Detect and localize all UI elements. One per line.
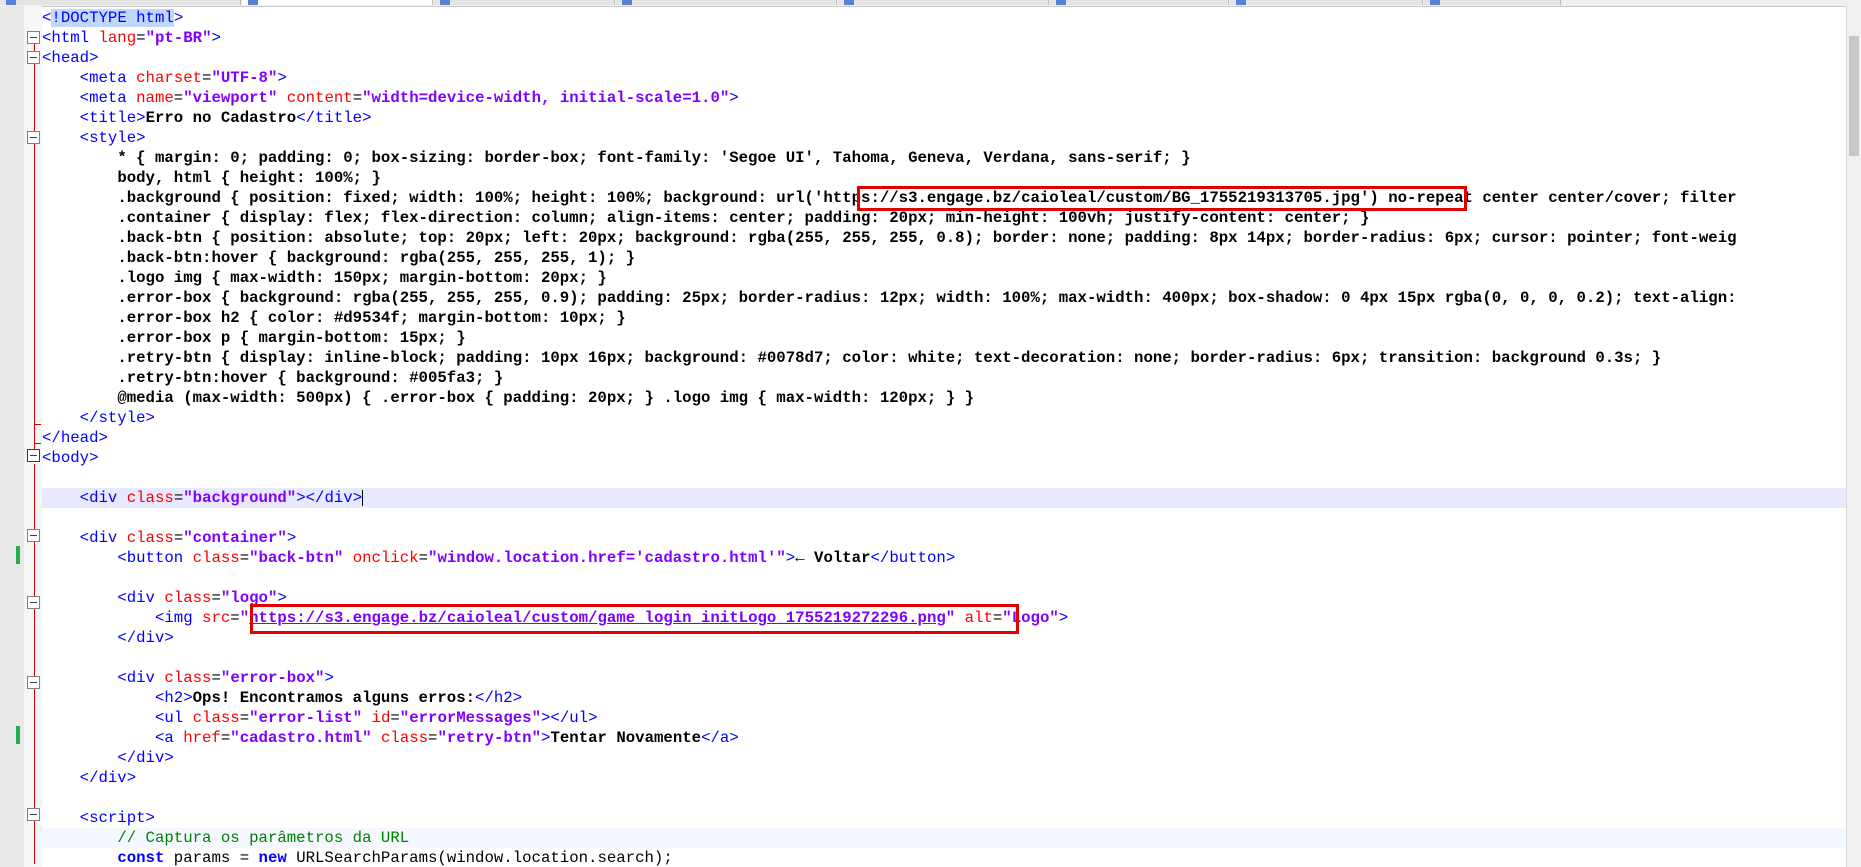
code-line: @media (max-width: 500px) { .error-box {…: [117, 389, 974, 407]
fold-toggle-icon[interactable]: [27, 808, 40, 821]
change-marker: [16, 726, 20, 744]
file-icon: [622, 0, 632, 5]
file-tab[interactable]: [1424, 0, 1561, 5]
fold-line: [34, 464, 35, 864]
code-line: <img src="https://s3.engage.bz/caioleal/…: [154, 609, 1069, 627]
code-line: * { margin: 0; padding: 0; box-sizing: b…: [117, 149, 1191, 167]
code-line: .retry-btn:hover { background: #005fa3; …: [117, 369, 504, 387]
fold-end: [34, 443, 41, 444]
code-line: .container { display: flex; flex-directi…: [117, 209, 1370, 227]
code-line: </style>: [79, 409, 155, 427]
file-icon: [248, 0, 258, 5]
fold-toggle-icon[interactable]: [27, 676, 40, 689]
file-tab[interactable]: [838, 0, 1049, 5]
code-editor[interactable]: <!DOCTYPE html> <html lang="pt-BR"> <hea…: [42, 6, 1847, 867]
file-tab[interactable]: [616, 0, 837, 5]
file-icon: [844, 0, 854, 5]
fold-toggle-icon[interactable]: [27, 131, 40, 144]
code-line: <a href="cadastro.html" class="retry-btn…: [154, 729, 739, 747]
code-line: <style>: [79, 129, 146, 147]
code-line: <title>Erro no Cadastro</title>: [79, 109, 372, 127]
image-url-link[interactable]: https://s3.engage.bz/caioleal/custom/gam…: [249, 609, 946, 627]
file-tab[interactable]: [1230, 0, 1423, 5]
code-line: <div class="error-box">: [117, 669, 334, 687]
code-line: <head>: [42, 49, 99, 67]
file-tab[interactable]: [1050, 0, 1229, 5]
change-marker: [16, 546, 20, 564]
file-icon: [440, 0, 450, 5]
file-icon: [1236, 0, 1246, 5]
code-line: <ul class="error-list" id="errorMessages…: [154, 709, 598, 727]
code-line: .logo img { max-width: 150px; margin-bot…: [117, 269, 607, 287]
code-line: <!DOCTYPE html>: [42, 9, 184, 27]
code-line: <div class="logo">: [117, 589, 287, 607]
fold-end: [34, 424, 41, 425]
code-line: .background { position: fixed; width: 10…: [117, 189, 1737, 207]
fold-toggle-icon[interactable]: [27, 51, 40, 64]
code-line: </div>: [117, 629, 174, 647]
code-line: <body>: [42, 449, 99, 467]
code-line: .error-box h2 { color: #d9534f; margin-b…: [117, 309, 626, 327]
code-line: .error-box p { margin-bottom: 15px; }: [117, 329, 466, 347]
code-line: </div>: [117, 749, 174, 767]
code-line: <div class="container">: [79, 529, 297, 547]
code-line: <script>: [79, 809, 155, 827]
scrollbar-thumb[interactable]: [1849, 36, 1859, 156]
code-line: </div>: [79, 769, 137, 787]
fold-toggle-icon[interactable]: [27, 529, 40, 542]
line-number-gutter[interactable]: [0, 6, 25, 867]
text-caret: [362, 489, 364, 506]
code-line: <h2>Ops! Encontramos alguns erros:</h2>: [154, 689, 523, 707]
file-tab[interactable]: [434, 0, 615, 5]
file-tab[interactable]: [0, 0, 241, 5]
code-line: const params = new URLSearchParams(windo…: [117, 849, 673, 867]
code-line: <html lang="pt-BR">: [42, 29, 221, 47]
vertical-scrollbar[interactable]: [1846, 6, 1861, 867]
code-line: .error-box { background: rgba(255, 255, …: [117, 289, 1737, 307]
code-line: .back-btn { position: absolute; top: 20p…: [117, 229, 1737, 247]
code-line-current: <div class="background"></div>: [42, 488, 1847, 508]
fold-toggle-icon[interactable]: [27, 596, 40, 609]
fold-toggle-icon[interactable]: [27, 31, 40, 44]
code-line: .retry-btn { display: inline-block; padd…: [117, 349, 1662, 367]
fold-line: [34, 44, 35, 462]
file-icon: [1430, 0, 1440, 5]
code-line: <meta name="viewport" content="width=dev…: [79, 89, 739, 107]
fold-toggle-icon[interactable]: [27, 449, 40, 462]
code-line: // Captura os parâmetros da URL: [42, 828, 1847, 848]
code-line: .back-btn:hover { background: rgba(255, …: [117, 249, 636, 267]
code-line: <button class="back-btn" onclick="window…: [117, 549, 956, 567]
code-line: <meta charset="UTF-8">: [79, 69, 287, 87]
file-tab-active[interactable]: [242, 0, 433, 5]
code-line: body, html { height: 100%; }: [117, 169, 381, 187]
file-icon: [1056, 0, 1066, 5]
code-line: </head>: [42, 429, 108, 447]
file-icon: [6, 0, 16, 5]
